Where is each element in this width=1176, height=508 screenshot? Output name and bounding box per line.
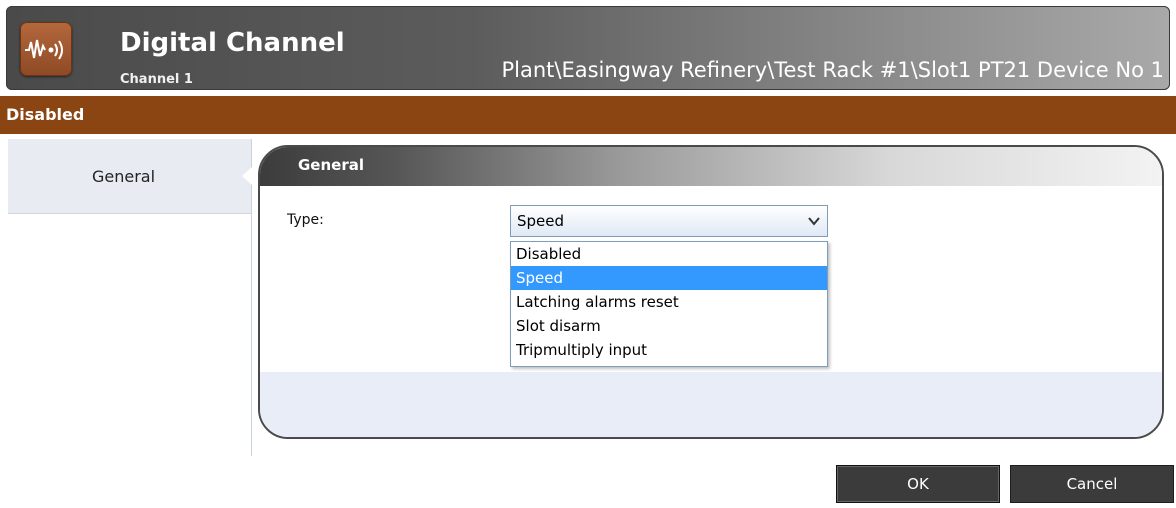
selection-pointer-icon [242,167,252,185]
type-label: Type: [287,212,324,228]
option-latching-alarms-reset[interactable]: Latching alarms reset [511,290,827,314]
cancel-button[interactable]: Cancel [1010,465,1174,503]
chevron-down-icon [808,217,820,226]
sidebar: General [8,139,252,456]
status-text: Disabled [6,105,85,124]
option-tripmultiply-input[interactable]: Tripmultiply input [511,338,827,362]
panel-header: General [260,147,1162,186]
panel-title: General [298,156,364,174]
waveform-broadcast-icon [20,22,72,76]
window-title: Digital Channel [120,28,345,58]
option-speed[interactable]: Speed [511,266,827,290]
sidebar-item-label: General [91,166,156,186]
type-select-value: Speed [517,212,565,230]
type-dropdown-list: Disabled Speed Latching alarms reset Slo… [510,241,828,367]
panel-footer-band [260,372,1162,437]
sidebar-item-general[interactable]: General [8,139,252,214]
option-slot-disarm[interactable]: Slot disarm [511,314,827,338]
type-select[interactable]: Speed [510,205,828,237]
ok-button[interactable]: OK [836,465,1000,503]
breadcrumb-path: Plant\Easingway Refinery\Test Rack #1\Sl… [501,58,1164,82]
status-bar: Disabled [0,96,1176,134]
window-header: Digital Channel Channel 1 Plant\Easingwa… [6,6,1170,90]
channel-subtitle: Channel 1 [120,72,193,87]
option-disabled[interactable]: Disabled [511,242,827,266]
